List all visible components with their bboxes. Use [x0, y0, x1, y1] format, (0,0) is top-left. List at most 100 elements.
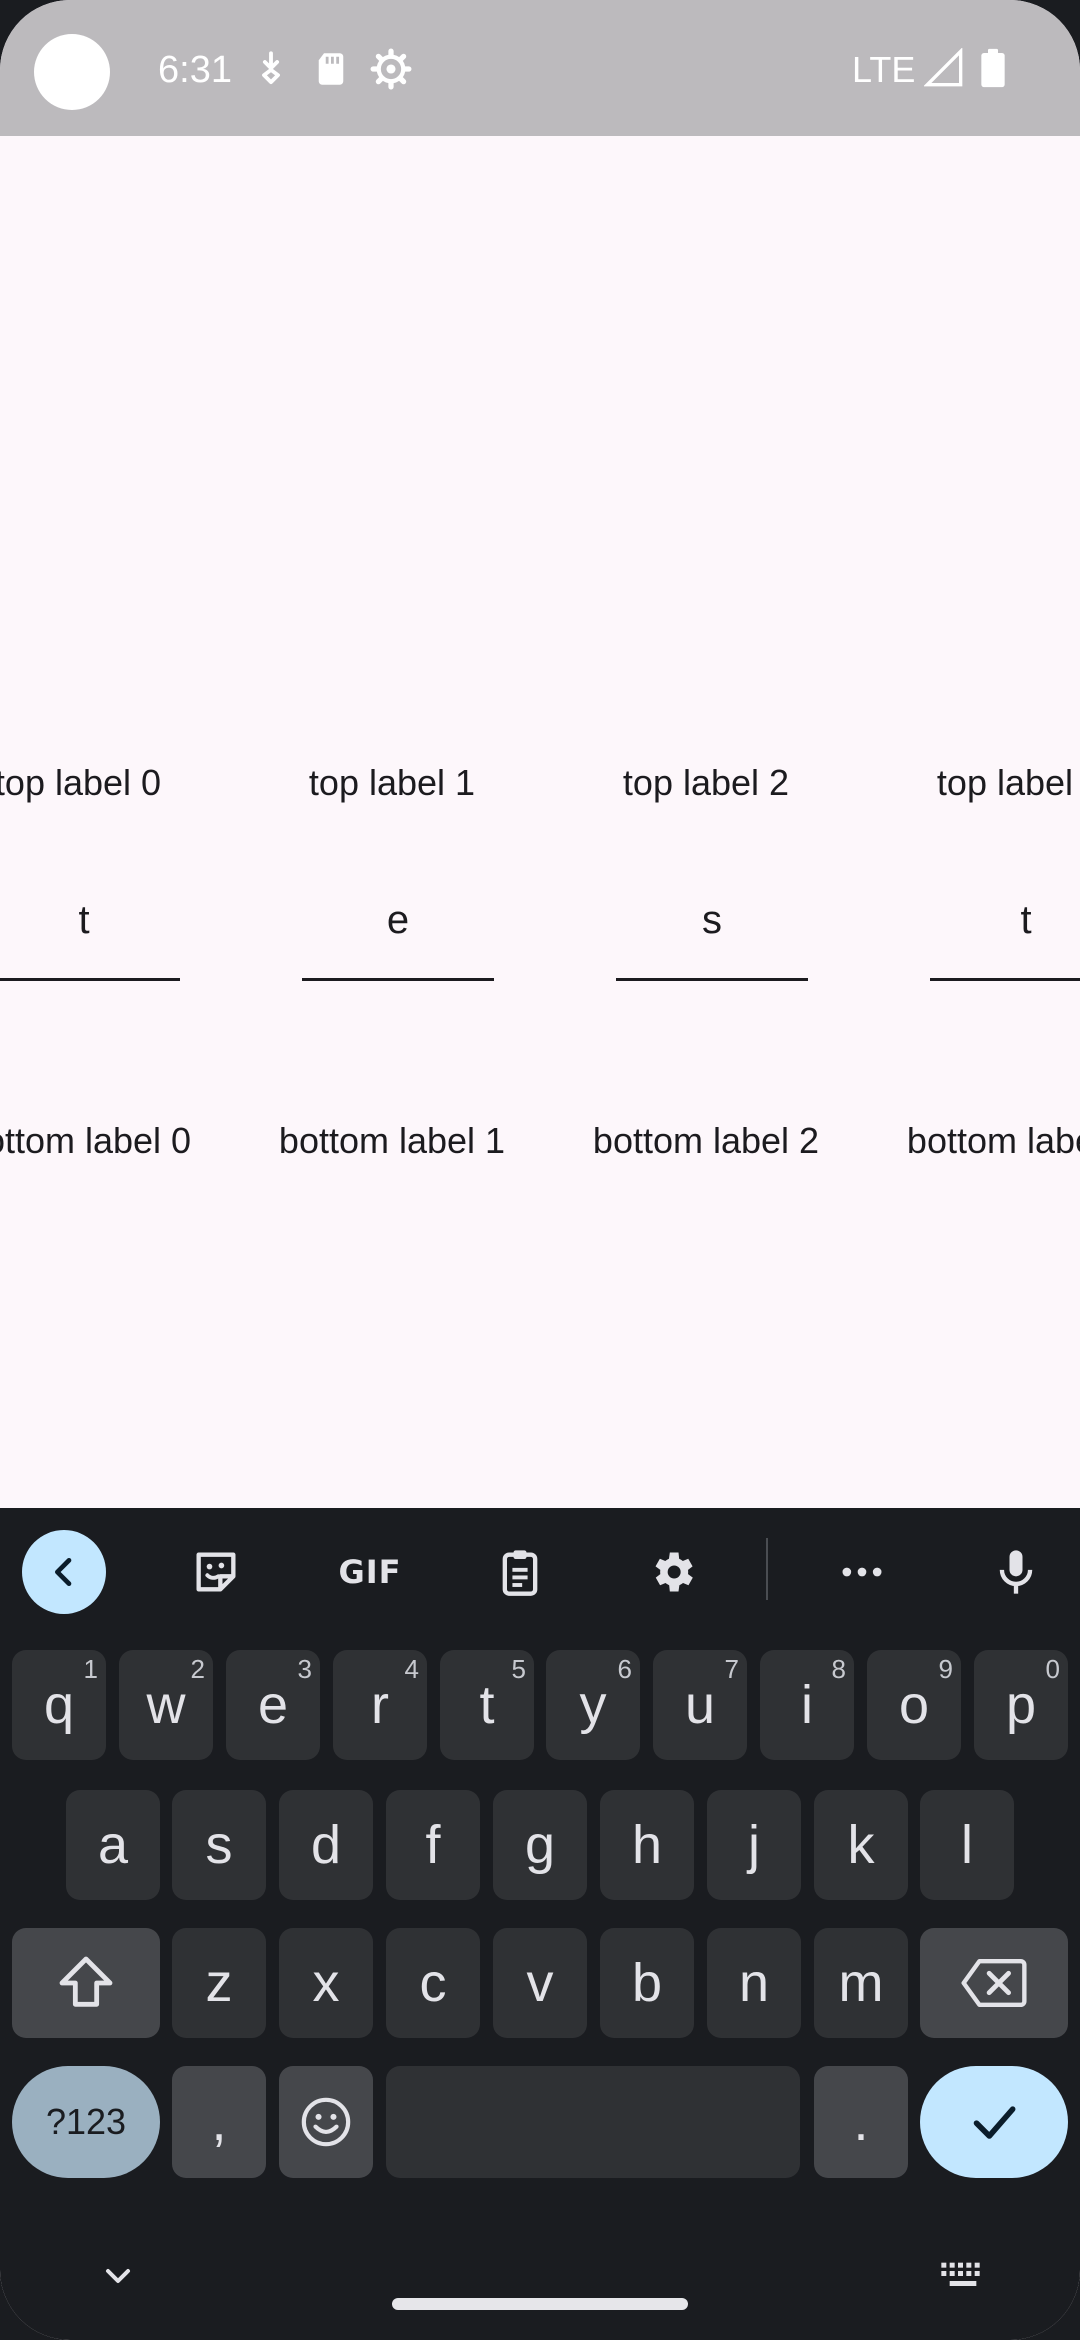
emoji-icon	[301, 2097, 351, 2147]
key-j[interactable]: j	[707, 1790, 801, 1900]
bottom-label: bottom label 2	[592, 1120, 820, 1161]
battery-icon	[981, 48, 1005, 88]
toolbar-divider	[766, 1538, 768, 1600]
status-bar: 6:31 LTE	[0, 0, 1080, 136]
key-m[interactable]: m	[814, 1928, 908, 2038]
key-g[interactable]: g	[493, 1790, 587, 1900]
gif-button[interactable]: GIF	[326, 1530, 414, 1614]
key-c[interactable]: c	[386, 1928, 480, 2038]
gear-icon	[655, 1552, 693, 1592]
chevron-left-icon	[55, 1558, 72, 1586]
microphone-icon	[999, 1550, 1033, 1594]
sticker-button[interactable]	[174, 1530, 258, 1614]
backspace-key[interactable]	[920, 1928, 1068, 2038]
key-label: e	[257, 1675, 289, 1735]
key-hint: 6	[617, 1654, 632, 1684]
key-f[interactable]: f	[386, 1790, 480, 1900]
key-n[interactable]: n	[707, 1928, 801, 2038]
key-x[interactable]: x	[279, 1928, 373, 2038]
emoji-key[interactable]	[279, 2066, 373, 2178]
key-o[interactable]: o9	[867, 1650, 961, 1760]
key-label: u	[684, 1675, 716, 1735]
key-d[interactable]: d	[279, 1790, 373, 1900]
key-l[interactable]: l	[920, 1790, 1014, 1900]
shift-arrow-icon	[59, 1956, 113, 2007]
key-label: p	[1005, 1675, 1037, 1735]
voice-input-button[interactable]	[974, 1530, 1058, 1614]
key-a[interactable]: a	[66, 1790, 160, 1900]
key-label: w	[146, 1675, 186, 1735]
bottom-label: bottom label 0	[0, 1120, 192, 1161]
key-r[interactable]: r4	[333, 1650, 427, 1760]
text-field-0[interactable]: t	[0, 870, 180, 981]
signal-icon	[924, 48, 963, 87]
keyboard-switch-icon[interactable]	[938, 2256, 988, 2296]
top-label: top label 2	[622, 762, 790, 803]
bottom-label: bottom label 1	[278, 1120, 506, 1161]
text-field-2[interactable]: s	[616, 870, 808, 981]
key-z[interactable]: z	[172, 1928, 266, 2038]
key-hint: 0	[1045, 1654, 1060, 1684]
hide-keyboard-chevron-icon[interactable]	[98, 2256, 138, 2296]
top-label: top label 0	[0, 762, 162, 803]
key-y[interactable]: y6	[546, 1650, 640, 1760]
key-label: q	[43, 1675, 75, 1735]
clipboard-button[interactable]	[478, 1530, 562, 1614]
key-w[interactable]: w2	[119, 1650, 213, 1760]
key-hint: 9	[938, 1654, 953, 1684]
key-v[interactable]: v	[493, 1928, 587, 2038]
bottom-label: bottom label 3	[906, 1120, 1080, 1161]
key-t[interactable]: t5	[440, 1650, 534, 1760]
clipboard-icon	[502, 1550, 538, 1596]
download-icon	[262, 51, 280, 85]
period-key[interactable]: .	[814, 2066, 908, 2178]
top-label: top label 1	[308, 762, 476, 803]
more-horizontal-icon	[842, 1567, 882, 1577]
key-q[interactable]: q1	[12, 1650, 106, 1760]
key-u[interactable]: u7	[653, 1650, 747, 1760]
key-hint: 2	[190, 1654, 205, 1684]
space-key[interactable]	[386, 2066, 800, 2178]
gif-label: GIF	[338, 1553, 402, 1591]
comma-key[interactable]: ,	[172, 2066, 266, 2178]
key-hint: 4	[404, 1654, 419, 1684]
text-field-1[interactable]: e	[302, 870, 494, 981]
key-hint: 1	[83, 1654, 98, 1684]
key-hint: 5	[511, 1654, 526, 1684]
shift-key[interactable]	[12, 1928, 160, 2038]
key-label: o	[898, 1675, 930, 1735]
key-b[interactable]: b	[600, 1928, 694, 2038]
key-hint: 3	[297, 1654, 312, 1684]
checkmark-icon	[973, 2106, 1016, 2139]
keyboard-toolbar: GIF	[0, 1508, 1080, 1628]
key-p[interactable]: p0	[974, 1650, 1068, 1760]
key-label: r	[371, 1675, 389, 1735]
network-type: LTE	[852, 49, 916, 90]
text-field-3[interactable]: t	[930, 870, 1080, 981]
key-e[interactable]: e3	[226, 1650, 320, 1760]
keyboard-settings-button[interactable]	[630, 1530, 714, 1614]
home-gesture-bar[interactable]	[392, 2298, 688, 2310]
sticker-icon	[196, 1552, 236, 1592]
content-area: top label 0 t bottom label 0 top label 1…	[0, 136, 1080, 1508]
camera-cutout	[34, 34, 110, 110]
key-h[interactable]: h	[600, 1790, 694, 1900]
key-label: t	[479, 1675, 495, 1735]
sd-card-icon	[318, 53, 344, 85]
keyboard: GIF q 1 w 2 e 3 r 4 t 5 y 6 u 7 i 8 o 9 …	[0, 1508, 1080, 2340]
key-label: y	[579, 1675, 607, 1735]
key-i[interactable]: i8	[760, 1650, 854, 1760]
more-options-button[interactable]	[820, 1530, 904, 1614]
key-k[interactable]: k	[814, 1790, 908, 1900]
symbols-toggle-key[interactable]: ?123	[12, 2066, 160, 2178]
screen: 6:31 LTE top label 0 t ttom label 0 top …	[0, 0, 1080, 2340]
key-hint: 8	[831, 1654, 846, 1684]
toolbar-back-button[interactable]	[22, 1530, 106, 1614]
status-time: 6:31	[158, 49, 232, 91]
enter-key[interactable]	[920, 2066, 1068, 2178]
key-s[interactable]: s	[172, 1790, 266, 1900]
key-hint: 7	[724, 1654, 739, 1684]
settings-gear-icon	[370, 48, 412, 90]
top-label: top label 3	[936, 762, 1080, 803]
key-label: i	[801, 1675, 813, 1735]
